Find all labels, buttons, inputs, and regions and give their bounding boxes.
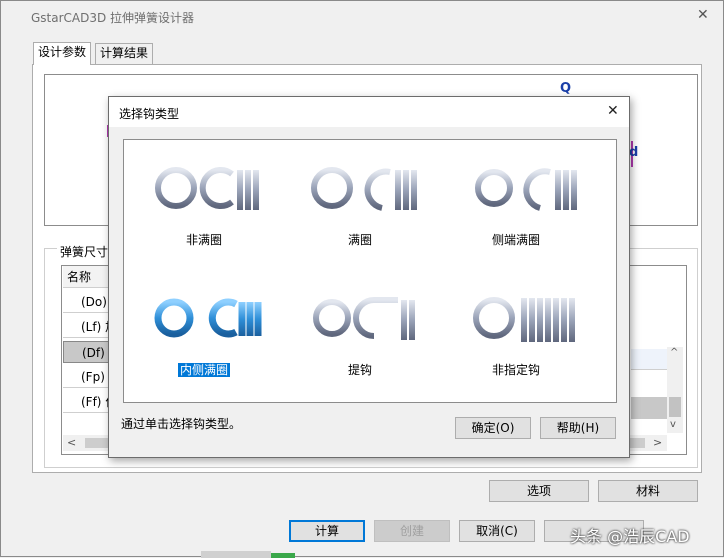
table-right-selected: [631, 397, 667, 419]
scroll-down-icon[interactable]: v: [670, 419, 676, 430]
hook-label-full-loop[interactable]: 满圈: [300, 232, 420, 248]
table-row[interactable]: (Df) F: [63, 341, 113, 363]
main-title: GstarCAD3D 拉伸弹簧设计器: [31, 11, 195, 25]
dialog-hint: 通过单击选择钩类型。: [121, 417, 242, 431]
table-header: 名称: [63, 266, 113, 288]
tab-design-params[interactable]: 设计参数: [33, 42, 92, 65]
hook-label-lift[interactable]: 提钩: [300, 362, 420, 378]
options-button[interactable]: 选项: [489, 480, 589, 502]
dialog-title: 选择钩类型: [119, 107, 180, 121]
dialog-titlebar: [109, 97, 629, 127]
dialog-close-icon[interactable]: ✕: [607, 103, 619, 119]
hook-full-loop-icon[interactable]: [311, 167, 417, 211]
table-row[interactable]: (Lf) 加: [63, 316, 113, 338]
table-row[interactable]: (Fp) 预: [63, 366, 113, 388]
help-button[interactable]: 帮助(H): [540, 417, 616, 439]
hook-label-unspecified[interactable]: 非指定钩: [456, 362, 576, 378]
groupbox-label: 弹簧尺寸: [57, 243, 112, 260]
hook-type-panel: 非满圈 满圈 侧端满圈 内侧满圈 提钩 非指定钩: [123, 139, 617, 403]
hook-inner-full-loop-icon[interactable]: [154, 298, 262, 338]
vertical-scrollbar[interactable]: ^ v: [667, 347, 683, 433]
watermark: 头条 @浩辰CAD: [570, 527, 690, 546]
hook-lift-icon[interactable]: [313, 297, 415, 340]
main-close-icon[interactable]: ✕: [697, 7, 709, 23]
preview-glyph-top: Q: [560, 81, 572, 96]
table-row[interactable]: (Ff) 作: [63, 391, 113, 413]
hook-label-inner-full-loop[interactable]: 内侧满圈: [144, 362, 264, 378]
create-button[interactable]: 创建: [374, 520, 450, 542]
hook-type-dialog: 选择钩类型 ✕ 非满圈 满圈 侧端满圈 内侧满圈 提钩 非指定钩 通过单击选择钩…: [108, 96, 630, 458]
scroll-right-icon[interactable]: >: [653, 436, 662, 449]
hook-non-full-loop-icon[interactable]: [155, 167, 259, 210]
scroll-up-icon[interactable]: ^: [670, 347, 678, 358]
ok-button[interactable]: 确定(O): [455, 417, 531, 439]
hook-label-side-full-loop[interactable]: 侧端满圈: [456, 232, 576, 248]
table-right-header: [631, 349, 667, 370]
bottom-strip-accent: [271, 553, 295, 558]
table-row[interactable]: (Do): [63, 291, 113, 313]
scroll-left-icon[interactable]: <: [67, 436, 76, 449]
hook-label-non-full-loop[interactable]: 非满圈: [144, 232, 264, 248]
hook-unspecified-icon[interactable]: [473, 297, 575, 342]
tab-calc-results[interactable]: 计算结果: [95, 43, 154, 64]
material-button[interactable]: 材料: [598, 480, 698, 502]
calculate-button[interactable]: 计算: [289, 520, 365, 542]
scroll-thumb[interactable]: [669, 397, 681, 417]
hook-side-full-loop-icon[interactable]: [475, 168, 577, 211]
cancel-button[interactable]: 取消(C): [459, 520, 535, 542]
preview-glyph-mid: d: [629, 145, 639, 160]
